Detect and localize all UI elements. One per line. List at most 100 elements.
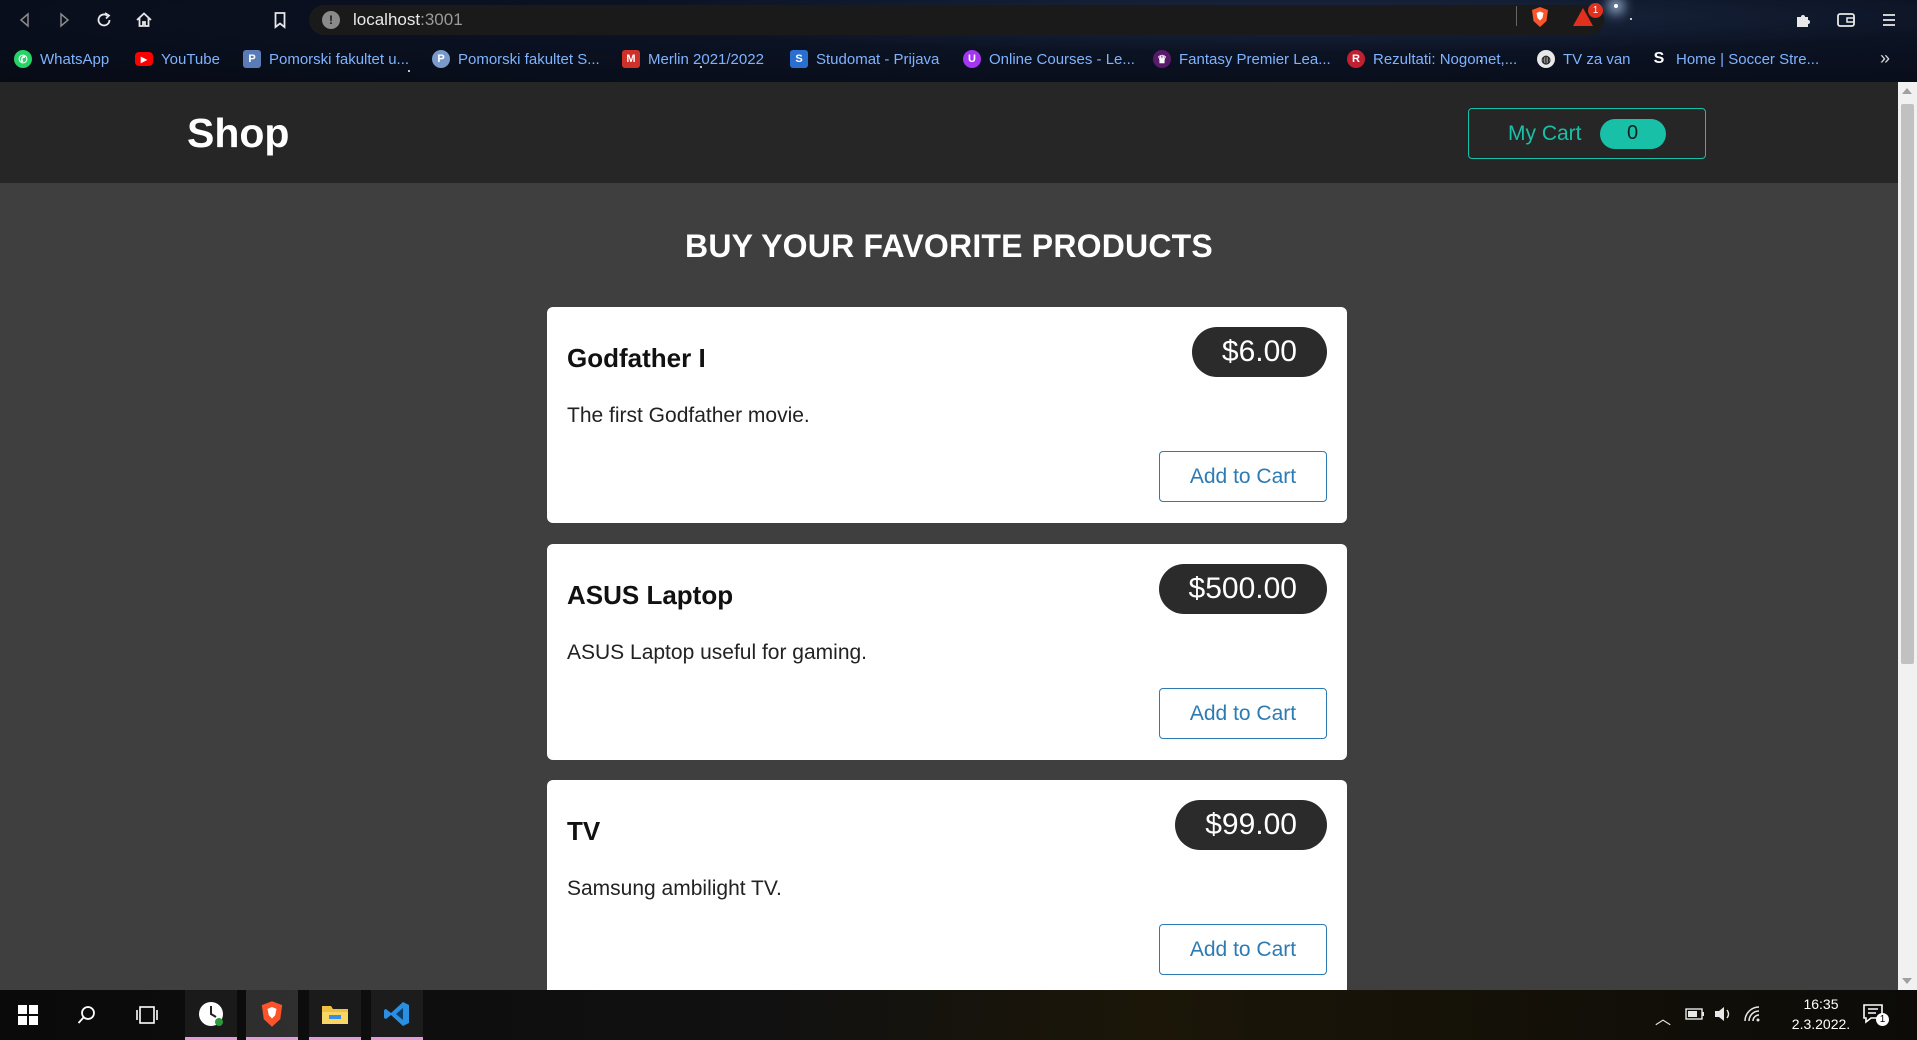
bookmark-youtube[interactable]: ▶ YouTube <box>135 47 220 71</box>
rezultati-icon: R <box>1347 50 1365 68</box>
address-bar[interactable]: ! localhost:3001 <box>309 5 1604 35</box>
bookmark-button[interactable] <box>268 8 292 32</box>
my-cart-button[interactable]: My Cart 0 <box>1468 108 1706 159</box>
scrollbar-thumb[interactable] <box>1901 104 1914 664</box>
task-view-button[interactable] <box>121 990 173 1040</box>
premier-league-icon: ♛ <box>1153 50 1171 68</box>
add-to-cart-button[interactable]: Add to Cart <box>1159 924 1327 975</box>
shop-page: Shop My Cart 0 BUY YOUR FAVORITE PRODUCT… <box>0 82 1898 990</box>
product-description: The first Godfather movie. <box>567 404 810 427</box>
home-button[interactable] <box>132 8 156 32</box>
browser-chrome: ! localhost:3001 1 ✆ WhatsApp ▶ YouTube… <box>0 0 1917 82</box>
pomorski-icon: P <box>243 50 261 68</box>
pomorski-s-icon: P <box>432 50 450 68</box>
bookmark-label: WhatsApp <box>40 50 110 68</box>
taskbar-file-explorer[interactable] <box>309 990 361 1040</box>
cart-count-badge: 0 <box>1599 118 1666 149</box>
taskbar-clock[interactable]: 16:35 2.3.2022. <box>1776 994 1866 1034</box>
url-port: :3001 <box>420 10 463 29</box>
page-scrollbar[interactable] <box>1898 82 1917 990</box>
product-price: $500.00 <box>1158 564 1327 614</box>
menu-button[interactable] <box>1877 8 1901 32</box>
clock-app-icon <box>199 1001 223 1026</box>
show-hidden-icons-icon[interactable]: ︿ <box>1655 1005 1671 1029</box>
bookmarks-overflow-icon[interactable]: » <box>1880 48 1890 69</box>
bookmark-label: Rezultati: Nogomet,... <box>1373 50 1518 68</box>
studomat-icon: S <box>790 50 808 68</box>
taskbar-brave[interactable] <box>246 990 298 1040</box>
globe-icon: ◍ <box>1537 50 1555 68</box>
scroll-up-arrow-icon[interactable] <box>1902 88 1912 94</box>
windows-logo-icon <box>18 1005 38 1025</box>
bookmark-online-courses[interactable]: U Online Courses - Le... <box>963 47 1135 71</box>
puzzle-icon <box>1797 15 1810 27</box>
page-heading: BUY YOUR FAVORITE PRODUCTS <box>685 228 1213 264</box>
action-center-button[interactable]: 1 <box>1862 1003 1889 1026</box>
address-bar-divider <box>1516 6 1517 26</box>
product-description: Samsung ambilight TV. <box>567 877 782 900</box>
youtube-icon: ▶ <box>135 52 153 66</box>
back-icon <box>19 12 29 28</box>
product-description: ASUS Laptop useful for gaming. <box>567 641 868 664</box>
product-price: $99.00 <box>1175 800 1327 850</box>
bookmark-rezultati[interactable]: R Rezultati: Nogomet,... <box>1347 47 1517 71</box>
site-info-icon[interactable]: ! <box>322 11 340 29</box>
bookmark-label: Online Courses - Le... <box>989 50 1135 68</box>
bookmark-label: Pomorski fakultet S... <box>458 50 600 68</box>
brave-shields-icon[interactable] <box>1530 6 1550 28</box>
taskbar-clock-app[interactable] <box>185 990 237 1040</box>
forward-button[interactable] <box>52 8 76 32</box>
bookmark-label: Fantasy Premier Lea... <box>1179 50 1331 68</box>
product-title: Godfather I <box>567 343 706 373</box>
bookmark-whatsapp[interactable]: ✆ WhatsApp <box>14 47 109 71</box>
add-to-cart-button[interactable]: Add to Cart <box>1159 451 1327 502</box>
clock-time: 16:35 <box>1803 996 1839 1012</box>
forward-icon <box>60 12 70 28</box>
bookmark-pomorski-s[interactable]: P Pomorski fakultet S... <box>432 47 600 71</box>
windows-taskbar: ︿ 16:35 2.3.2022. 1 <box>0 990 1917 1040</box>
whatsapp-icon: ✆ <box>14 50 32 68</box>
product-title: ASUS Laptop <box>567 580 734 610</box>
navbar: Shop My Cart 0 <box>0 82 1898 183</box>
bookmark-studomat[interactable]: S Studomat - Prijava <box>790 47 939 71</box>
url-host: localhost <box>353 10 421 29</box>
product-card: Godfather I $6.00 The first Godfather mo… <box>547 307 1347 523</box>
bookmark-tv-za-van[interactable]: ◍ TV za van <box>1537 47 1631 71</box>
brave-browser-icon <box>261 1000 283 1027</box>
bookmark-pomorski-u[interactable]: P Pomorski fakultet u... <box>243 47 409 71</box>
battery-icon[interactable] <box>1685 1007 1705 1021</box>
bookmark-fantasy-premier[interactable]: ♛ Fantasy Premier Lea... <box>1153 47 1331 71</box>
product-price: $6.00 <box>1191 327 1327 377</box>
product-card: TV $99.00 Samsung ambilight TV. Add to C… <box>547 780 1347 990</box>
hamburger-icon <box>1883 14 1895 26</box>
bookmark-label: Pomorski fakultet u... <box>269 50 410 68</box>
task-view-icon <box>136 1006 158 1024</box>
bookmark-soccer-streams[interactable]: S Home | Soccer Stre... <box>1650 47 1819 71</box>
brand-logo[interactable]: Shop <box>187 110 289 157</box>
search-button[interactable] <box>61 990 113 1040</box>
bookmark-label: Home | Soccer Stre... <box>1676 50 1820 68</box>
start-button[interactable] <box>2 990 54 1040</box>
rewards-badge: 1 <box>1588 3 1603 18</box>
wifi-icon[interactable] <box>1743 1005 1763 1023</box>
clock-date: 2.3.2022. <box>1791 1016 1851 1032</box>
folder-icon <box>322 1005 348 1024</box>
volume-icon[interactable] <box>1713 1005 1733 1023</box>
bookmark-label: Merlin 2021/2022 <box>648 50 764 68</box>
bookmarks-bar: ✆ WhatsApp ▶ YouTube P Pomorski fakultet… <box>0 44 1917 74</box>
add-to-cart-button[interactable]: Add to Cart <box>1159 688 1327 739</box>
reload-icon <box>97 12 111 27</box>
bookmark-label: TV za van <box>1563 50 1631 68</box>
product-card: ASUS Laptop $500.00 ASUS Laptop useful f… <box>547 544 1347 760</box>
soccer-streams-icon: S <box>1653 50 1665 67</box>
extensions-button[interactable] <box>1792 8 1816 32</box>
wallet-button[interactable] <box>1834 8 1858 32</box>
udemy-icon: U <box>963 50 981 68</box>
reload-button[interactable] <box>92 8 116 32</box>
back-button[interactable] <box>13 8 37 32</box>
merlin-icon: M <box>622 50 640 68</box>
taskbar-vscode[interactable] <box>371 990 423 1040</box>
scroll-down-arrow-icon[interactable] <box>1902 978 1912 984</box>
bookmark-merlin[interactable]: M Merlin 2021/2022 <box>622 47 764 71</box>
product-title: TV <box>567 816 601 846</box>
